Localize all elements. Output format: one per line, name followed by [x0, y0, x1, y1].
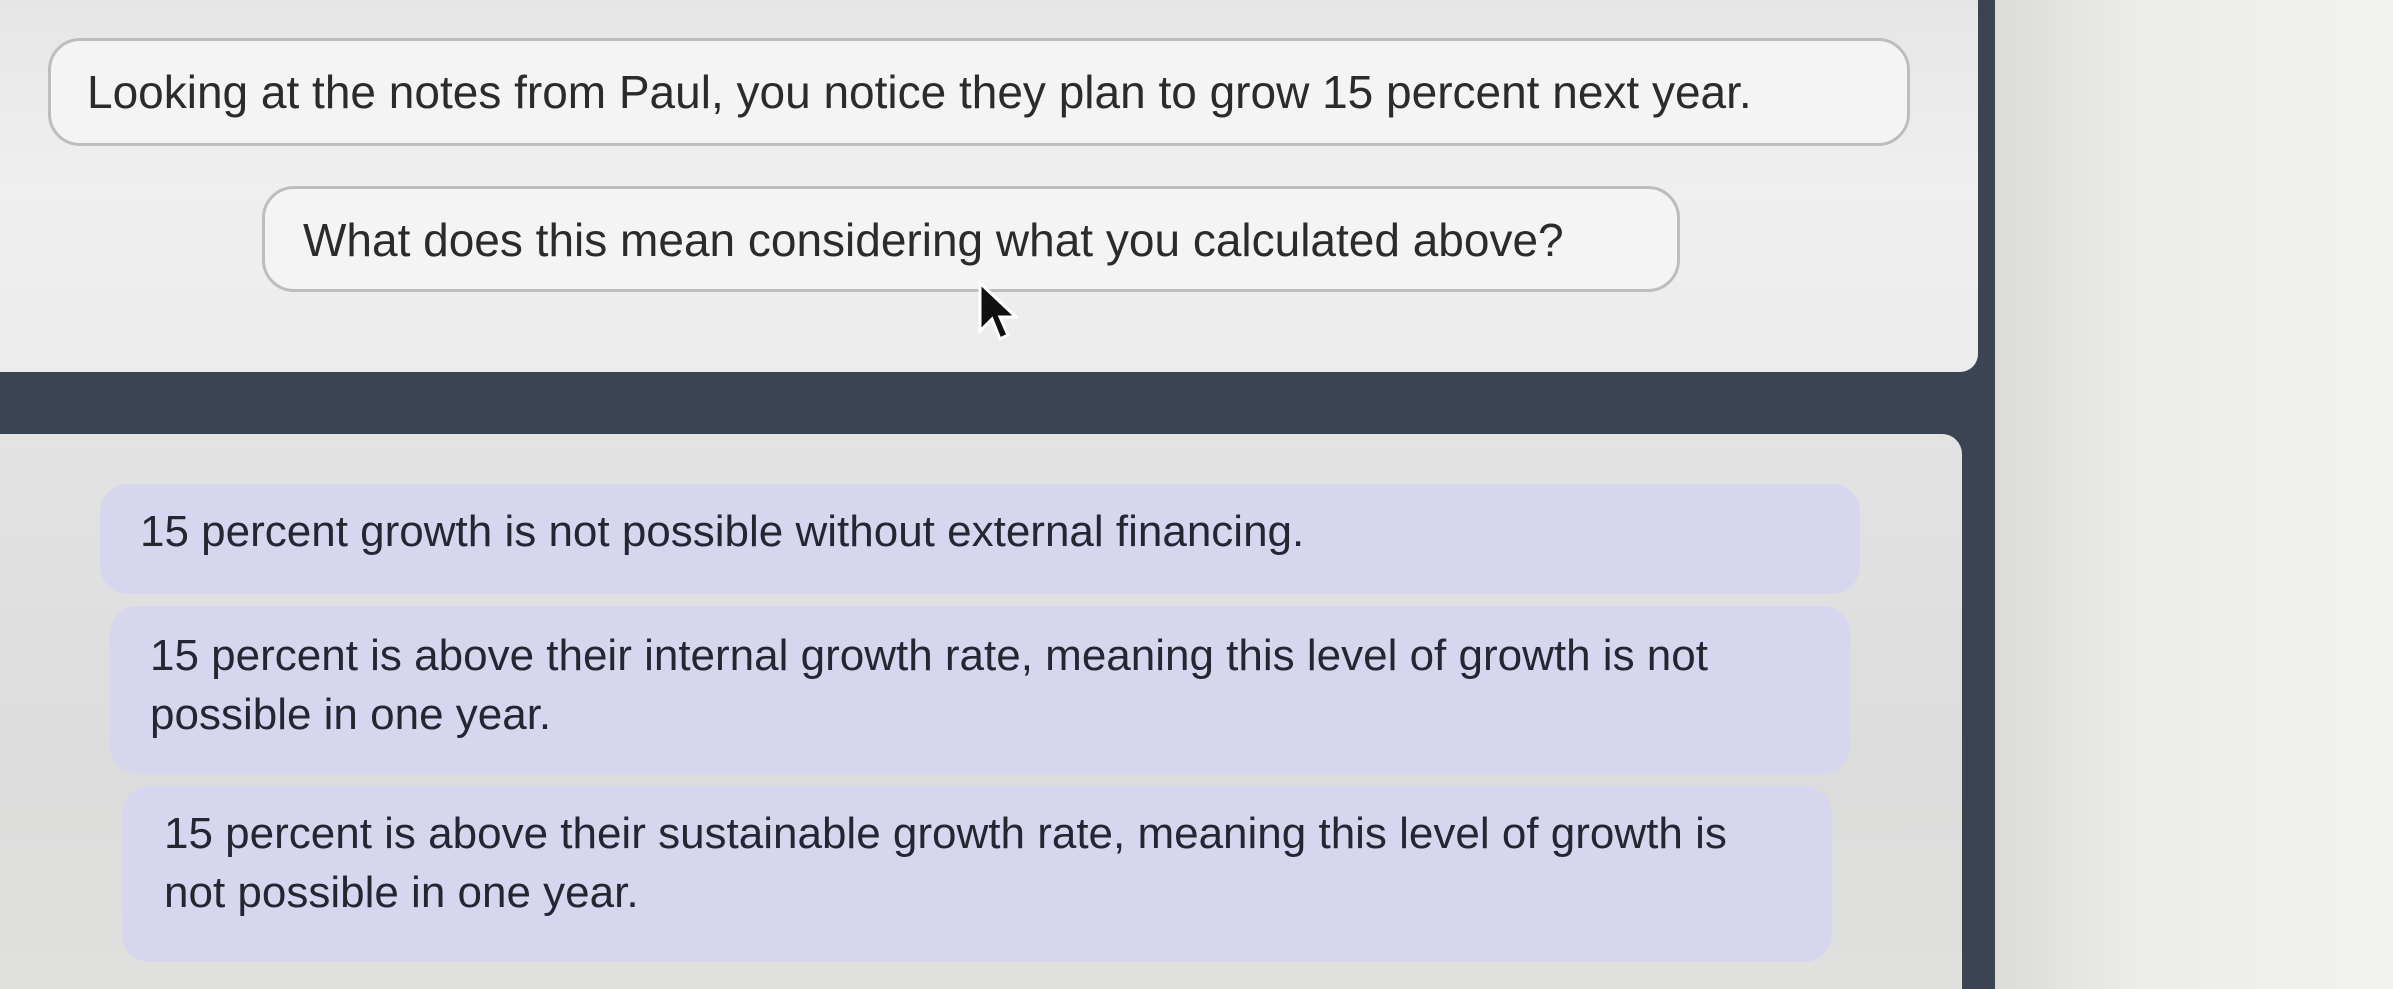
- answer-option-2[interactable]: 15 percent is above their internal growt…: [110, 606, 1850, 774]
- mouse-pointer-icon: [978, 280, 1018, 342]
- answer-option-1[interactable]: 15 percent growth is not possible withou…: [100, 484, 1860, 594]
- question-panel: Looking at the notes from Paul, you noti…: [0, 0, 1978, 372]
- question-prompt: Looking at the notes from Paul, you noti…: [48, 38, 1910, 146]
- question-sub-prompt: What does this mean considering what you…: [262, 186, 1680, 292]
- monitor-bezel: [1975, 0, 2393, 989]
- answer-option-3[interactable]: 15 percent is above their sustainable gr…: [122, 786, 1832, 962]
- screen-frame: Looking at the notes from Paul, you noti…: [0, 0, 1995, 989]
